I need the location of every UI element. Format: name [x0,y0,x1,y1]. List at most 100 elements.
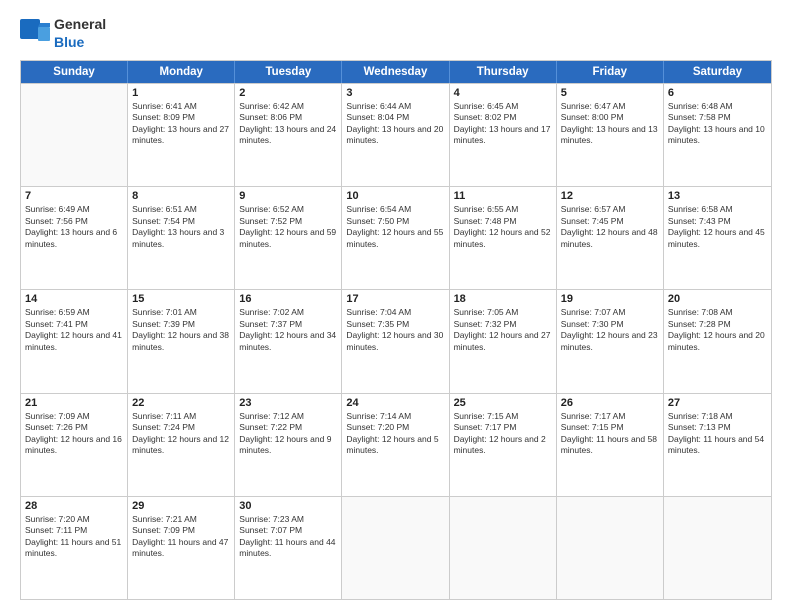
day-info: Sunrise: 7:21 AM Sunset: 7:09 PM Dayligh… [132,514,230,560]
day-number: 7 [25,190,123,202]
day-info: Sunrise: 7:15 AM Sunset: 7:17 PM Dayligh… [454,411,552,457]
day-info: Sunrise: 7:17 AM Sunset: 7:15 PM Dayligh… [561,411,659,457]
calendar: SundayMondayTuesdayWednesdayThursdayFrid… [20,60,772,600]
calendar-day-empty [664,497,771,599]
calendar-day-15: 15 Sunrise: 7:01 AM Sunset: 7:39 PM Dayli… [128,290,235,392]
calendar-day-6: 6 Sunrise: 6:48 AM Sunset: 7:58 PM Daylig… [664,84,771,186]
day-number: 1 [132,87,230,99]
calendar-header: SundayMondayTuesdayWednesdayThursdayFrid… [21,61,771,83]
day-number: 19 [561,293,659,305]
calendar-day-28: 28Sunrise: 7:20 AM Sunset: 7:11 PM Dayli… [21,497,128,599]
day-info: Sunrise: 7:02 AM Sunset: 7:37 PM Dayligh… [239,307,337,353]
calendar-day-27: 27 Sunrise: 7:18 AM Sunset: 7:13 PM Dayli… [664,394,771,496]
day-number: 30 [239,500,337,512]
day-info: Sunrise: 6:57 AM Sunset: 7:45 PM Dayligh… [561,204,659,250]
day-info: Sunrise: 7:11 AM Sunset: 7:24 PM Dayligh… [132,411,230,457]
calendar-day-5: 5 Sunrise: 6:47 AM Sunset: 8:00 PM Daylig… [557,84,664,186]
calendar-header-sunday: Sunday [21,61,128,83]
day-number: 20 [668,293,767,305]
calendar-header-thursday: Thursday [450,61,557,83]
calendar-day-19: 19 Sunrise: 7:07 AM Sunset: 7:30 PM Dayli… [557,290,664,392]
day-info: Sunrise: 6:59 AM Sunset: 7:41 PM Dayligh… [25,307,123,353]
calendar-day-7: 7 Sunrise: 6:49 AM Sunset: 7:56 PM Daylig… [21,187,128,289]
day-number: 5 [561,87,659,99]
calendar-day-25: 25 Sunrise: 7:15 AM Sunset: 7:17 PM Dayli… [450,394,557,496]
day-number: 11 [454,190,552,202]
day-number: 10 [346,190,444,202]
day-info: Sunrise: 6:48 AM Sunset: 7:58 PM Dayligh… [668,101,767,147]
day-info: Sunrise: 6:47 AM Sunset: 8:00 PM Dayligh… [561,101,659,147]
calendar-day-empty [21,84,128,186]
calendar-day-1: 1 Sunrise: 6:41 AM Sunset: 8:09 PM Daylig… [128,84,235,186]
day-number: 8 [132,190,230,202]
day-number: 25 [454,397,552,409]
day-number: 21 [25,397,123,409]
page: General Blue SundayMondayTuesdayWednesda… [0,0,792,612]
day-info: Sunrise: 7:08 AM Sunset: 7:28 PM Dayligh… [668,307,767,353]
calendar-day-24: 24 Sunrise: 7:14 AM Sunset: 7:20 PM Dayli… [342,394,449,496]
logo: General Blue [20,16,106,52]
calendar-day-4: 4 Sunrise: 6:45 AM Sunset: 8:02 PM Daylig… [450,84,557,186]
header: General Blue [20,16,772,52]
calendar-day-8: 8 Sunrise: 6:51 AM Sunset: 7:54 PM Daylig… [128,187,235,289]
calendar-day-empty [557,497,664,599]
day-number: 4 [454,87,552,99]
day-info: Sunrise: 6:52 AM Sunset: 7:52 PM Dayligh… [239,204,337,250]
day-info: Sunrise: 7:07 AM Sunset: 7:30 PM Dayligh… [561,307,659,353]
calendar-header-friday: Friday [557,61,664,83]
day-info: Sunrise: 7:05 AM Sunset: 7:32 PM Dayligh… [454,307,552,353]
calendar-day-empty [450,497,557,599]
calendar-week-1: 1 Sunrise: 6:41 AM Sunset: 8:09 PM Daylig… [21,83,771,186]
day-info: Sunrise: 6:55 AM Sunset: 7:48 PM Dayligh… [454,204,552,250]
day-info: Sunrise: 7:14 AM Sunset: 7:20 PM Dayligh… [346,411,444,457]
calendar-header-saturday: Saturday [664,61,771,83]
calendar-day-14: 14 Sunrise: 6:59 AM Sunset: 7:41 PM Dayli… [21,290,128,392]
day-info: Sunrise: 7:04 AM Sunset: 7:35 PM Dayligh… [346,307,444,353]
day-info: Sunrise: 6:58 AM Sunset: 7:43 PM Dayligh… [668,204,767,250]
calendar-day-20: 20 Sunrise: 7:08 AM Sunset: 7:28 PM Dayli… [664,290,771,392]
calendar-week-5: 28Sunrise: 7:20 AM Sunset: 7:11 PM Dayli… [21,496,771,599]
calendar-day-9: 9 Sunrise: 6:52 AM Sunset: 7:52 PM Daylig… [235,187,342,289]
calendar-day-10: 10 Sunrise: 6:54 AM Sunset: 7:50 PM Dayli… [342,187,449,289]
calendar-day-21: 21Sunrise: 7:09 AM Sunset: 7:26 PM Dayli… [21,394,128,496]
day-number: 26 [561,397,659,409]
calendar-week-4: 21Sunrise: 7:09 AM Sunset: 7:26 PM Dayli… [21,393,771,496]
day-info: Sunrise: 6:42 AM Sunset: 8:06 PM Dayligh… [239,101,337,147]
calendar-day-22: 22Sunrise: 7:11 AM Sunset: 7:24 PM Dayli… [128,394,235,496]
calendar-week-2: 7 Sunrise: 6:49 AM Sunset: 7:56 PM Daylig… [21,186,771,289]
calendar-day-16: 16Sunrise: 7:02 AM Sunset: 7:37 PM Dayli… [235,290,342,392]
calendar-day-2: 2 Sunrise: 6:42 AM Sunset: 8:06 PM Daylig… [235,84,342,186]
day-info: Sunrise: 6:54 AM Sunset: 7:50 PM Dayligh… [346,204,444,250]
calendar-day-empty [342,497,449,599]
day-number: 6 [668,87,767,99]
calendar-day-11: 11 Sunrise: 6:55 AM Sunset: 7:48 PM Dayli… [450,187,557,289]
day-info: Sunrise: 6:44 AM Sunset: 8:04 PM Dayligh… [346,101,444,147]
day-info: Sunrise: 6:41 AM Sunset: 8:09 PM Dayligh… [132,101,230,147]
day-number: 27 [668,397,767,409]
day-number: 17 [346,293,444,305]
day-number: 9 [239,190,337,202]
day-number: 2 [239,87,337,99]
day-number: 24 [346,397,444,409]
day-info: Sunrise: 7:12 AM Sunset: 7:22 PM Dayligh… [239,411,337,457]
calendar-body: 1 Sunrise: 6:41 AM Sunset: 8:09 PM Daylig… [21,83,771,599]
general-blue-icon [20,19,50,49]
day-number: 15 [132,293,230,305]
day-info: Sunrise: 7:18 AM Sunset: 7:13 PM Dayligh… [668,411,767,457]
day-info: Sunrise: 6:49 AM Sunset: 7:56 PM Dayligh… [25,204,123,250]
day-info: Sunrise: 6:51 AM Sunset: 7:54 PM Dayligh… [132,204,230,250]
calendar-day-29: 29 Sunrise: 7:21 AM Sunset: 7:09 PM Dayli… [128,497,235,599]
calendar-day-18: 18Sunrise: 7:05 AM Sunset: 7:32 PM Dayli… [450,290,557,392]
day-number: 28 [25,500,123,512]
day-number: 13 [668,190,767,202]
calendar-day-17: 17 Sunrise: 7:04 AM Sunset: 7:35 PM Dayli… [342,290,449,392]
day-number: 14 [25,293,123,305]
day-info: Sunrise: 7:23 AM Sunset: 7:07 PM Dayligh… [239,514,337,560]
day-info: Sunrise: 6:45 AM Sunset: 8:02 PM Dayligh… [454,101,552,147]
calendar-day-26: 26 Sunrise: 7:17 AM Sunset: 7:15 PM Dayli… [557,394,664,496]
calendar-header-tuesday: Tuesday [235,61,342,83]
day-number: 29 [132,500,230,512]
calendar-day-3: 3Sunrise: 6:44 AM Sunset: 8:04 PM Daylig… [342,84,449,186]
calendar-day-23: 23Sunrise: 7:12 AM Sunset: 7:22 PM Dayli… [235,394,342,496]
day-info: Sunrise: 7:01 AM Sunset: 7:39 PM Dayligh… [132,307,230,353]
